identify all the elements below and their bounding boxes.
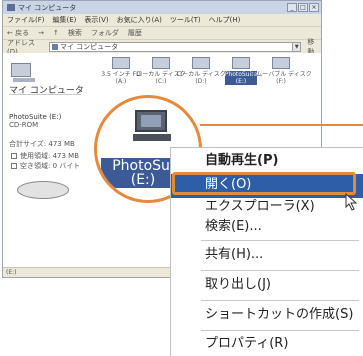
disk-usage-pie-icon: [17, 181, 69, 199]
window-title: マイ コンピュータ: [18, 3, 77, 12]
menu-item-create-shortcut[interactable]: ショートカットの作成(S): [171, 304, 363, 328]
menu-item-autoplay[interactable]: 自動再生(P): [171, 150, 363, 174]
selected-drive-type: CD-ROM: [9, 121, 39, 129]
open-item-highlight-outline: [172, 172, 356, 195]
mouse-cursor-icon: [345, 193, 358, 211]
callout-connector: [200, 124, 363, 126]
drive-label: 3.5 インチ FD (A:): [101, 71, 141, 85]
drive-item-d[interactable]: ローカル ディスク (D:): [176, 57, 226, 85]
removable-drive-icon: [272, 57, 290, 69]
menu-separator: [201, 300, 359, 301]
search-button[interactable]: 検索: [68, 28, 82, 38]
menu-file[interactable]: ファイル(F): [7, 15, 45, 25]
up-button[interactable]: ↑: [53, 29, 59, 37]
drive-list: 3.5 インチ FD (A:) ローカル ディスク (C:) ローカル ディスク…: [101, 57, 312, 85]
divider: [9, 94, 81, 95]
free-space-text: 空き領域: 0 バイト: [20, 162, 81, 170]
my-computer-large-icon: [11, 63, 35, 82]
used-space-legend: 使用領域: 473 MB: [11, 151, 79, 161]
address-input[interactable]: マイ コンピュータ ▼: [48, 41, 302, 52]
cd-drive-icon: [232, 57, 250, 69]
floppy-drive-icon: [112, 57, 130, 69]
menu-favorites[interactable]: お気に入り(A): [117, 15, 162, 25]
selected-drive-name: PhotoSuite (E:): [9, 113, 62, 121]
drive-total-size: 合計サイズ: 473 MB: [9, 140, 75, 148]
menu-help[interactable]: ヘルプ(H): [209, 15, 241, 25]
address-value: マイ コンピュータ: [59, 42, 119, 51]
menu-item-properties[interactable]: プロパティ(R): [171, 333, 363, 356]
drive-item-c[interactable]: ローカル ディスク (C:): [136, 57, 186, 85]
menu-separator: [201, 330, 359, 331]
drive-item-a[interactable]: 3.5 インチ FD (A:): [101, 57, 141, 85]
drive-item-f[interactable]: リムーバブル ディスク (F:): [250, 57, 312, 85]
folders-button[interactable]: フォルダ: [91, 28, 119, 38]
cd-drive-icon: [133, 110, 171, 142]
free-swatch-icon: [11, 163, 17, 169]
history-button[interactable]: 履歴: [128, 28, 142, 38]
address-bar: アドレス(D) マイ コンピュータ ▼ 移動: [3, 38, 321, 56]
menu-view[interactable]: 表示(V): [84, 15, 108, 25]
drive-label: リムーバブル ディスク (F:): [250, 71, 312, 85]
title-bar: マイ コンピュータ _ □ ×: [3, 1, 321, 14]
menu-item-eject[interactable]: 取り出し(J): [171, 274, 363, 298]
close-button[interactable]: ×: [309, 3, 319, 12]
menu-edit[interactable]: 編集(E): [53, 15, 77, 25]
window-controls: _ □ ×: [287, 3, 319, 12]
minimize-button[interactable]: _: [287, 3, 297, 12]
maximize-button[interactable]: □: [298, 3, 308, 12]
info-pane: マイ コンピュータ PhotoSuite (E:) CD-ROM 合計サイズ: …: [3, 53, 93, 267]
menu-separator: [201, 240, 359, 241]
my-computer-icon: [7, 4, 15, 11]
back-button[interactable]: ← 戻る: [7, 28, 29, 38]
toolbar: ← 戻る → ↑ 検索 フォルダ 履歴: [3, 26, 321, 39]
menu-bar: ファイル(F) 編集(E) 表示(V) お気に入り(A) ツール(T) ヘルプ(…: [3, 14, 321, 26]
used-space-text: 使用領域: 473 MB: [20, 152, 80, 160]
forward-button[interactable]: →: [38, 29, 44, 37]
address-dropdown-icon[interactable]: ▼: [292, 41, 302, 52]
hard-drive-icon: [192, 57, 210, 69]
menu-item-search[interactable]: 検索(E)...: [171, 216, 363, 240]
hard-drive-icon: [152, 57, 170, 69]
used-swatch-icon: [11, 153, 17, 159]
drive-label: ローカル ディスク (D:): [176, 71, 226, 85]
my-computer-icon: [51, 43, 58, 50]
menu-item-share[interactable]: 共有(H)...: [171, 244, 363, 268]
menu-tools[interactable]: ツール(T): [170, 15, 201, 25]
free-space-legend: 空き領域: 0 バイト: [11, 161, 80, 171]
menu-separator: [201, 270, 359, 271]
